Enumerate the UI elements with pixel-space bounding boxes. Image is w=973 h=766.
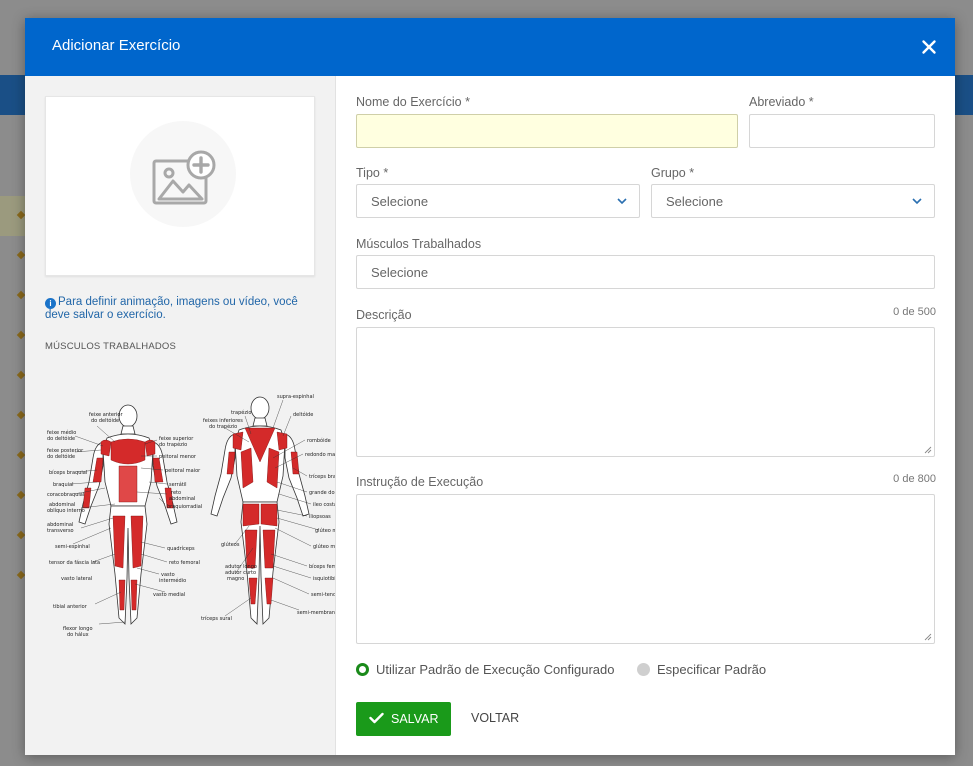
type-label: Tipo *	[356, 166, 389, 180]
label-supraspinatus: supra-espinhal	[277, 394, 314, 400]
label-biceps-femoris: bíceps femural	[309, 563, 335, 570]
label-deltoid-back: deltóide	[293, 411, 313, 418]
label-tfl: tensor da fáscia lata	[49, 559, 100, 566]
muscles-multiselect[interactable]: Selecione	[356, 255, 935, 289]
add-image-icon	[152, 150, 216, 205]
muscles-heading: MÚSCULOS TRABALHADOS	[45, 341, 177, 352]
muscle-anatomy-diagram: feixe anterior do deltóide feixe médio d…	[47, 394, 335, 638]
label-teres-major: redondo maior	[305, 452, 335, 458]
radio-selected-icon[interactable]	[356, 663, 369, 676]
group-label: Grupo *	[651, 166, 695, 180]
label-gluteus-medius: glúteo médio	[315, 527, 335, 534]
label-oblique-2: oblíquo interno	[47, 507, 85, 514]
check-icon	[369, 712, 384, 724]
label-rectus-femoris: reto femoral	[169, 560, 200, 566]
label-deltoid-medial: feixe médio	[47, 429, 76, 436]
description-textarea[interactable]	[356, 327, 935, 457]
chevron-down-icon	[617, 198, 627, 205]
label-rhomboid: rombóide	[307, 437, 331, 444]
anatomy-labels: feixe anterior do deltóide feixe médio d…	[47, 394, 335, 638]
label-glutes: glúteos	[221, 541, 240, 548]
muscles-placeholder: Selecione	[371, 265, 429, 280]
back-button[interactable]: VOLTAR	[471, 711, 519, 725]
label-tibialis: tibial anterior	[53, 604, 88, 610]
background-row-marker	[16, 330, 26, 340]
label-deltoid-posterior-2: do deltóide	[47, 453, 75, 460]
background-row-marker	[16, 410, 26, 420]
background-row-marker	[16, 450, 26, 460]
label-trapezius-lower-2: do trapézio	[209, 423, 237, 430]
instruction-textarea[interactable]	[356, 494, 935, 644]
modal-header: Adicionar Exercício	[25, 18, 955, 76]
label-pectoralis-major: peitoral maior	[165, 468, 201, 474]
description-counter: 0 de 500	[893, 306, 936, 318]
exercise-name-input[interactable]	[356, 114, 738, 148]
background-row-marker	[16, 290, 26, 300]
label-transversus-2: transverso	[47, 528, 74, 534]
radio-unselected-icon[interactable]	[637, 663, 650, 676]
label-trapezius-upper-2: do trapézio	[159, 441, 187, 448]
label-brachialis: braquial	[53, 482, 73, 488]
label-pectoralis-minor: peitoral menor	[159, 454, 197, 460]
background-row-marker	[16, 370, 26, 380]
label-latissimus: grande dorsal	[309, 490, 335, 496]
group-select-value: Selecione	[666, 194, 724, 209]
label-deltoid-anterior-2: do deltóide	[91, 417, 119, 424]
background-row-marker	[16, 530, 26, 540]
label-serratus: serrátil	[169, 481, 187, 488]
add-exercise-modal: Adicionar Exercício i Para definir animaç…	[25, 18, 955, 755]
label-iliopsoas: iliopsoas	[309, 514, 331, 520]
group-select[interactable]: Selecione	[651, 184, 935, 218]
save-button[interactable]: SALVAR	[356, 702, 451, 736]
label-triceps-surae: tríceps sural	[201, 615, 232, 622]
radio-default-label: Utilizar Padrão de Execução Configurado	[376, 662, 615, 677]
instruction-counter: 0 de 800	[893, 473, 936, 485]
background-row-marker	[16, 570, 26, 580]
modal-title: Adicionar Exercício	[52, 37, 181, 54]
label-semispinalis: semi-espinhal	[55, 544, 90, 550]
label-iliocostalis: ileo costal	[313, 502, 335, 508]
resize-grip-icon[interactable]	[924, 446, 932, 454]
background-row-marker	[16, 250, 26, 260]
label-deltoid-medial-2: do deltóide	[47, 435, 75, 442]
info-message: i Para definir animação, imagens ou vídeo…	[45, 296, 315, 322]
close-icon[interactable]	[917, 35, 941, 59]
label-gluteus-maximus: glúteo máximo	[313, 543, 335, 550]
label-vastus-intermedius-2: intermédio	[159, 577, 186, 584]
image-upload-area[interactable]	[45, 96, 315, 276]
label-trapezius: trapézio	[231, 409, 251, 416]
label-vastus-lateralis: vasto lateral	[61, 576, 92, 582]
label-vastus-medialis: vasto medial	[153, 592, 185, 598]
radio-custom-label: Especificar Padrão	[657, 662, 767, 677]
abbrev-label: Abreviado *	[749, 95, 814, 109]
label-brachioradialis: braquiorradial	[167, 504, 202, 510]
label-magnus: magno	[227, 576, 244, 582]
muscles-label: Músculos Trabalhados	[356, 237, 482, 251]
media-panel: i Para definir animação, imagens ou vídeo…	[25, 76, 336, 755]
type-select-value: Selecione	[371, 194, 429, 209]
instruction-label: Instrução de Execução	[356, 475, 484, 489]
description-label: Descrição	[356, 308, 412, 322]
info-text: Para definir animação, imagens ou vídeo,…	[45, 296, 298, 321]
background-row-marker	[16, 490, 26, 500]
type-select[interactable]: Selecione	[356, 184, 640, 218]
label-coracobrachialis: coracobraquial	[47, 492, 84, 498]
label-rectus-abdominis-2: abdominal	[169, 496, 195, 502]
label-quadriceps: quadríceps	[167, 545, 195, 552]
label-semimembranosus: semi-membranoso	[297, 610, 335, 616]
label-biceps: bíceps braquial	[49, 469, 87, 476]
name-label: Nome do Exercício *	[356, 95, 470, 109]
info-icon: i	[45, 298, 56, 309]
label-fhl-2: do hálux	[67, 631, 89, 638]
label-triceps: tríceps braquial	[309, 473, 335, 480]
resize-grip-icon[interactable]	[924, 633, 932, 641]
save-button-label: SALVAR	[391, 712, 439, 726]
label-hamstrings: isquiotibiais	[313, 576, 335, 582]
chevron-down-icon	[912, 198, 922, 205]
abbreviation-input[interactable]	[749, 114, 935, 148]
label-semitendinosus: semi-tendinoso	[311, 592, 335, 598]
